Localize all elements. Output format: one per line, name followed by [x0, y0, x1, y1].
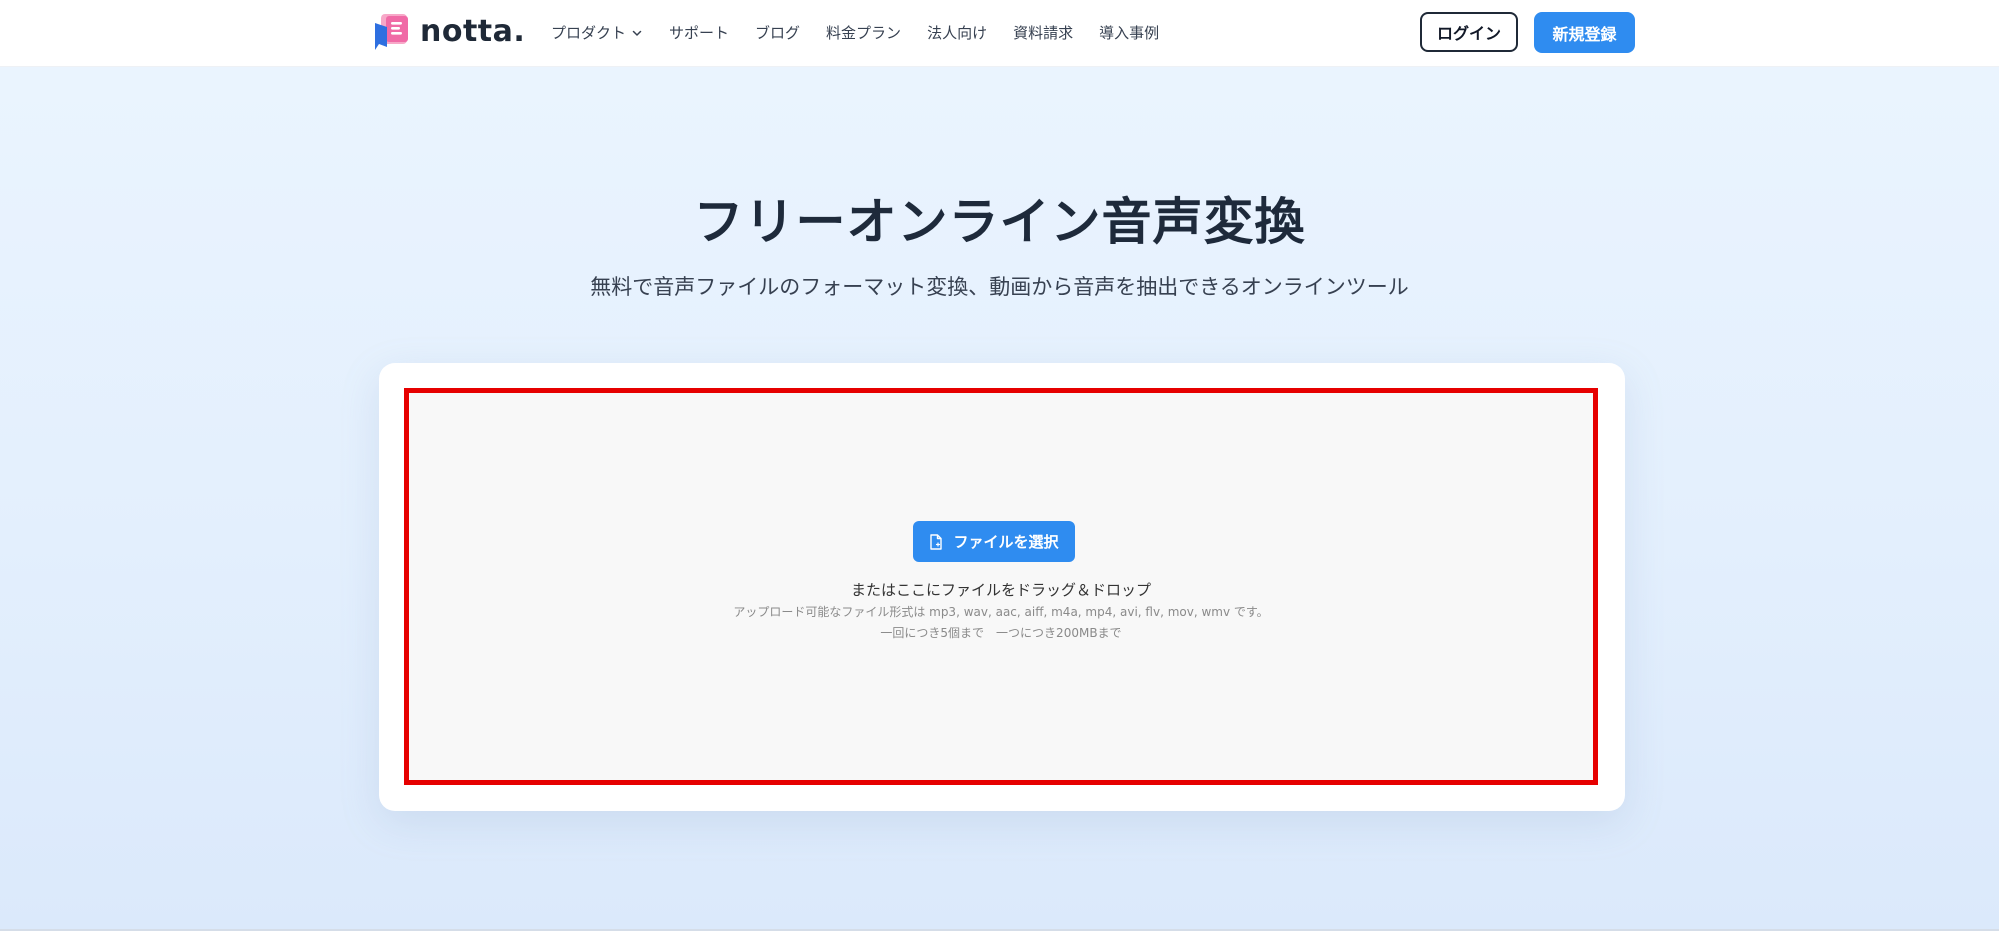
- nav-item-case-studies[interactable]: 導入事例: [1099, 22, 1159, 43]
- nav-item-label: 資料請求: [1013, 24, 1074, 42]
- nav-item-support[interactable]: サポート: [669, 22, 729, 43]
- upload-limits-note: 一回につき5個まで 一つにつき200MBまで: [880, 626, 1122, 640]
- select-file-button[interactable]: ファイルを選択: [913, 521, 1075, 562]
- nav-item-label: サポート: [669, 24, 730, 42]
- notta-logo-icon: [375, 14, 408, 50]
- nav-item-business[interactable]: 法人向け: [927, 22, 987, 43]
- nav-item-product[interactable]: プロダクト: [551, 22, 643, 43]
- login-button[interactable]: ログイン: [1420, 12, 1518, 52]
- nav-item-label: 導入事例: [1099, 24, 1160, 42]
- file-dropzone[interactable]: ファイルを選択 またはここにファイルをドラッグ＆ドロップ アップロード可能なファ…: [404, 388, 1598, 785]
- nav-item-pricing[interactable]: 料金プラン: [826, 22, 901, 43]
- signup-button[interactable]: 新規登録: [1534, 12, 1635, 53]
- page-title: フリーオンライン音声変換: [693, 193, 1306, 251]
- chevron-down-icon: [632, 30, 642, 36]
- page-subtitle: 無料で音声ファイルのフォーマット変換、動画から音声を抽出できるオンラインツール: [590, 275, 1409, 299]
- upload-card: ファイルを選択 またはここにファイルをドラッグ＆ドロップ アップロード可能なファ…: [379, 363, 1625, 811]
- logo-text: notta.: [420, 14, 526, 49]
- nav-item-label: ブログ: [755, 24, 801, 42]
- main-nav: プロダクト サポート ブログ 料金プラン 法人向け 資料請求 導入事例: [551, 0, 1159, 65]
- hero-section: フリーオンライン音声変換 無料で音声ファイルのフォーマット変換、動画から音声を抽…: [0, 67, 1999, 929]
- supported-formats-note: アップロード可能なファイル形式は mp3, wav, aac, aiff, m4…: [733, 605, 1269, 619]
- nav-item-label: 料金プラン: [826, 24, 902, 42]
- nav-item-label: プロダクト: [551, 24, 627, 42]
- site-header: notta. プロダクト サポート ブログ 料金プラン 法人向け 資料請求 導入…: [0, 0, 1999, 67]
- nav-item-blog[interactable]: ブログ: [755, 22, 800, 43]
- nav-item-request-docs[interactable]: 資料請求: [1013, 22, 1073, 43]
- select-file-label: ファイルを選択: [953, 533, 1059, 551]
- file-icon: [930, 533, 943, 550]
- drop-instruction: またはここにファイルをドラッグ＆ドロップ: [850, 581, 1151, 599]
- nav-item-label: 法人向け: [927, 24, 988, 42]
- notta-logo[interactable]: notta.: [374, 13, 525, 51]
